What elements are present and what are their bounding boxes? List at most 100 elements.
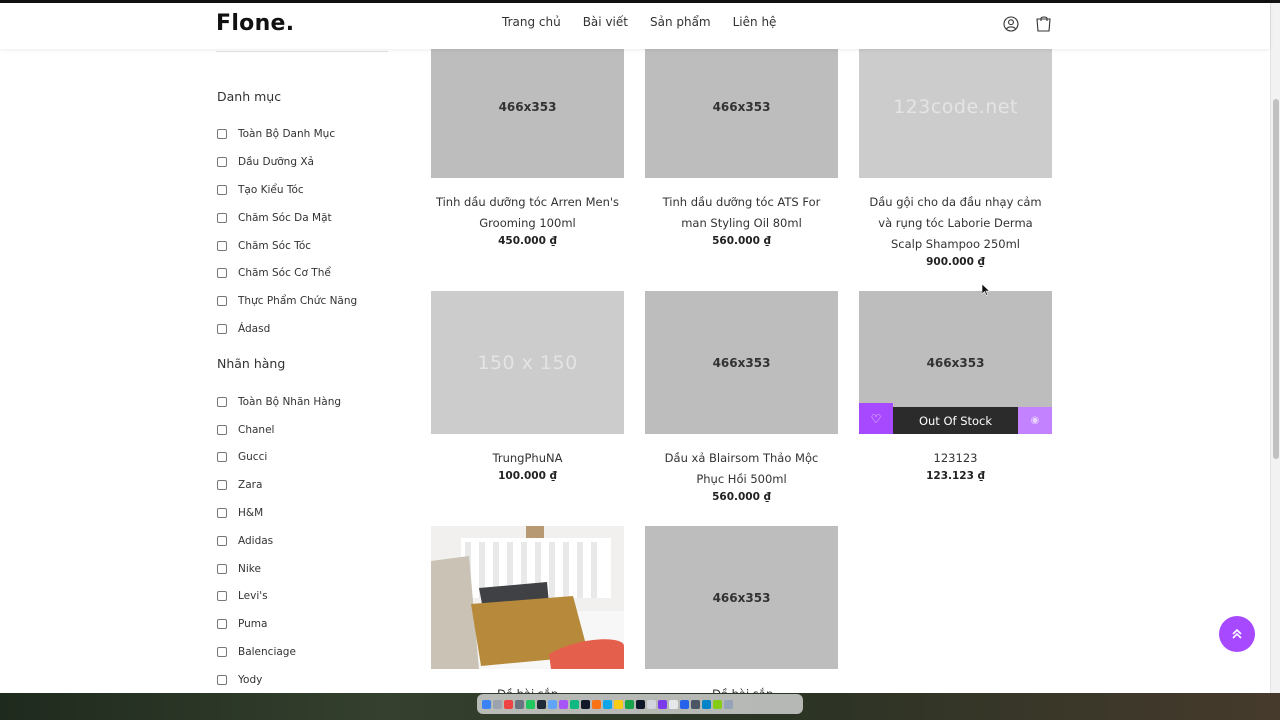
- filter-checkbox[interactable]: [217, 536, 227, 546]
- brand-filter[interactable]: Puma: [217, 616, 267, 632]
- nav-products[interactable]: Sản phẩm: [650, 15, 711, 29]
- product-image[interactable]: [431, 526, 624, 669]
- product-title[interactable]: Tinh dầu dưỡng tóc ATS For man Styling O…: [645, 192, 838, 234]
- filter-checkbox[interactable]: [217, 452, 227, 462]
- product-title[interactable]: Dầu xả Blairsom Thảo Mộc Phục Hồi 500ml: [645, 448, 838, 490]
- brand-filter[interactable]: Nike: [217, 561, 261, 577]
- app-icon[interactable]: [713, 699, 722, 709]
- product-title[interactable]: Tinh dầu dưỡng tóc Arren Men's Grooming …: [431, 192, 624, 234]
- filter-checkbox[interactable]: [217, 564, 227, 574]
- chrome-icon[interactable]: [526, 699, 535, 709]
- filter-checkbox[interactable]: [217, 129, 227, 139]
- filter-checkbox[interactable]: [217, 425, 227, 435]
- wishlist-button[interactable]: ♡: [859, 403, 893, 434]
- product-title[interactable]: TrungPhuNA: [431, 448, 624, 469]
- filter-checkbox[interactable]: [217, 157, 227, 167]
- scrollbar-thumb[interactable]: [1273, 99, 1279, 459]
- filter-checkbox[interactable]: [217, 296, 227, 306]
- product-image[interactable]: 466x353: [645, 35, 838, 178]
- brand-filter[interactable]: Levi's: [217, 588, 268, 604]
- app-icon[interactable]: [592, 699, 601, 709]
- sidebar-search-input[interactable]: [216, 49, 388, 52]
- image-placeholder-label: 466x353: [498, 99, 557, 114]
- calendar-icon[interactable]: [504, 699, 513, 709]
- product-card[interactable]: [431, 526, 624, 669]
- filter-checkbox[interactable]: [217, 241, 227, 251]
- app-icon[interactable]: [658, 699, 667, 709]
- category-filter[interactable]: Chăm Sóc Da Mặt: [217, 210, 332, 226]
- filter-checkbox[interactable]: [217, 647, 227, 657]
- telegram-icon[interactable]: [702, 699, 711, 709]
- product-image[interactable]: 123code.net: [859, 35, 1052, 178]
- app-icon[interactable]: [603, 699, 612, 709]
- cart-icon[interactable]: [1035, 15, 1053, 33]
- filter-label: Balenciage: [238, 646, 296, 658]
- filter-checkbox[interactable]: [217, 324, 227, 334]
- product-image[interactable]: 466x353: [431, 35, 624, 178]
- category-filter[interactable]: Dầu Dưỡng Xả: [217, 154, 314, 170]
- product-image[interactable]: 466x353: [645, 291, 838, 434]
- out-of-stock-button[interactable]: Out Of Stock: [893, 407, 1018, 434]
- user-icon[interactable]: [1003, 16, 1019, 32]
- trash-icon[interactable]: [724, 699, 733, 709]
- app-icon[interactable]: [515, 699, 524, 709]
- product-title[interactable]: 123123: [859, 448, 1052, 469]
- filter-checkbox[interactable]: [217, 675, 227, 685]
- filter-checkbox[interactable]: [217, 185, 227, 195]
- filter-checkbox[interactable]: [217, 619, 227, 629]
- product-image[interactable]: 150 x 150: [431, 291, 624, 434]
- category-filter[interactable]: Chăm Sóc Cơ Thể: [217, 265, 331, 281]
- product-image[interactable]: 466x353 ♡ Out Of Stock ◉: [859, 291, 1052, 434]
- brand-filter[interactable]: Toàn Bộ Nhãn Hàng: [217, 394, 341, 410]
- finder-icon[interactable]: [482, 699, 491, 709]
- product-image[interactable]: 466x353: [645, 526, 838, 669]
- nav-home[interactable]: Trang chủ: [502, 15, 561, 29]
- product-card[interactable]: 466x353 Tinh dầu dưỡng tóc ATS For man S…: [645, 35, 838, 247]
- filter-checkbox[interactable]: [217, 480, 227, 490]
- app-icon[interactable]: [548, 699, 557, 709]
- brand-filter[interactable]: Balenciage: [217, 644, 296, 660]
- category-filter[interactable]: Tạo Kiểu Tóc: [217, 182, 304, 198]
- app-icon[interactable]: [680, 699, 689, 709]
- product-card[interactable]: 466x353 Dầu xả Blairsom Thảo Mộc Phục Hồ…: [645, 291, 838, 503]
- product-card[interactable]: 466x353: [645, 526, 838, 669]
- nav-contact[interactable]: Liên hệ: [733, 15, 777, 29]
- app-icon[interactable]: [559, 699, 568, 709]
- brand-filter[interactable]: H&M: [217, 505, 263, 521]
- app-icon[interactable]: [537, 699, 546, 709]
- product-title[interactable]: Dầu gội cho da đầu nhạy cảm và rụng tóc …: [859, 192, 1052, 255]
- scroll-to-top-button[interactable]: [1219, 616, 1255, 652]
- launchpad-icon[interactable]: [493, 699, 502, 709]
- filter-checkbox[interactable]: [217, 213, 227, 223]
- product-card[interactable]: 466x353 Tinh dầu dưỡng tóc Arren Men's G…: [431, 35, 624, 247]
- filter-checkbox[interactable]: [217, 591, 227, 601]
- product-card[interactable]: 150 x 150 TrungPhuNA 100.000 ₫: [431, 291, 624, 482]
- product-card[interactable]: 466x353 ♡ Out Of Stock ◉ 123123 123.123 …: [859, 291, 1052, 482]
- filter-checkbox[interactable]: [217, 397, 227, 407]
- category-filter[interactable]: Ádasd: [217, 321, 270, 337]
- app-icon[interactable]: [625, 699, 634, 709]
- page-scrollbar[interactable]: [1270, 3, 1280, 693]
- brand-filter[interactable]: Adidas: [217, 533, 273, 549]
- terminal-icon[interactable]: [581, 699, 590, 709]
- product-card[interactable]: 123code.net Dầu gội cho da đầu nhạy cảm …: [859, 35, 1052, 268]
- filter-checkbox[interactable]: [217, 268, 227, 278]
- app-icon[interactable]: [570, 699, 579, 709]
- quick-view-button[interactable]: ◉: [1018, 407, 1052, 434]
- brand-filter[interactable]: Chanel: [217, 422, 274, 438]
- nav-blog[interactable]: Bài viết: [583, 15, 628, 29]
- category-filter[interactable]: Thực Phẩm Chức Năng: [217, 293, 357, 309]
- app-icon[interactable]: [636, 699, 645, 709]
- site-logo[interactable]: Flone.: [216, 11, 294, 36]
- category-filter[interactable]: Toàn Bộ Danh Mục: [217, 126, 335, 142]
- brand-filter[interactable]: Zara: [217, 477, 262, 493]
- product-price: 560.000 ₫: [712, 491, 771, 503]
- brand-filter[interactable]: Gucci: [217, 449, 267, 465]
- filter-checkbox[interactable]: [217, 508, 227, 518]
- notes-icon[interactable]: [614, 699, 623, 709]
- app-icon[interactable]: [669, 699, 678, 709]
- brand-filter[interactable]: Yody: [217, 672, 262, 688]
- app-icon[interactable]: [647, 699, 656, 709]
- category-filter[interactable]: Chăm Sóc Tóc: [217, 238, 311, 254]
- app-icon[interactable]: [691, 699, 700, 709]
